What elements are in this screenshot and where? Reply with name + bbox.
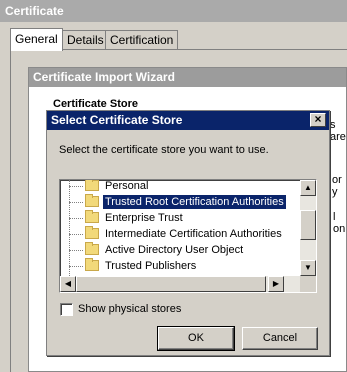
wizard-clipped-text: or y (332, 174, 342, 198)
instruction-text: Select the certificate store you want to… (59, 144, 269, 156)
tree-connector (69, 202, 83, 203)
tree-connector (69, 266, 83, 267)
scroll-down-button[interactable]: ▼ (300, 260, 316, 276)
scroll-left-button[interactable]: ◀ (60, 276, 76, 292)
wizard-clipped-text: l on (333, 211, 346, 235)
arrow-up-icon: ▲ (304, 183, 312, 192)
arrow-right-icon: ▶ (272, 279, 280, 288)
scrollbar-corner (300, 276, 316, 292)
certificate-window: Certificate General Details Certificatio… (0, 0, 347, 372)
horizontal-scroll-thumb[interactable] (76, 276, 266, 292)
tab-certification-path[interactable]: Certification Path (105, 30, 179, 65)
certificate-title: Certificate (0, 0, 347, 22)
tree-connector (69, 250, 83, 251)
tree-item-label: Enterprise Trust (105, 212, 183, 224)
tree-item-trusted-root[interactable]: Trusted Root Certification Authorities (60, 194, 300, 210)
horizontal-scrollbar[interactable]: ◀ ▶ (60, 276, 300, 292)
folder-icon (85, 210, 99, 223)
tree-item-label: Trusted Publishers (105, 260, 197, 272)
vertical-scrollbar[interactable]: ▲ ▼ (300, 180, 316, 276)
tree-item-label: Active Directory User Object (105, 244, 244, 256)
scroll-up-button[interactable]: ▲ (300, 180, 316, 196)
folder-icon (85, 180, 99, 191)
tab-general[interactable]: General (10, 28, 63, 51)
tree-item-label: Intermediate Certification Authorities (105, 228, 282, 240)
close-button[interactable]: × (310, 113, 326, 127)
show-physical-stores-label[interactable]: Show physical stores (78, 303, 181, 315)
tree-item-enterprise-trust[interactable]: Enterprise Trust (60, 210, 300, 226)
tree-connector (69, 234, 83, 235)
folder-icon (85, 226, 99, 239)
tree-item-label: Trusted Root Certification Authorities (103, 195, 286, 209)
folder-icon (85, 258, 99, 271)
tree-item-active-directory[interactable]: Active Directory User Object (60, 242, 300, 258)
scroll-right-button[interactable]: ▶ (268, 276, 284, 292)
tree-connector (69, 218, 83, 219)
ok-button[interactable]: OK (157, 326, 235, 351)
show-physical-stores-checkbox[interactable] (60, 303, 73, 316)
import-wizard-title: Certificate Import Wizard (29, 68, 346, 87)
folder-icon (85, 242, 99, 255)
select-certificate-store-dialog: Select Certificate Store × Select the ce… (46, 110, 330, 356)
tree-item-label: Personal (105, 180, 149, 192)
wizard-heading: Certificate Store (53, 98, 138, 110)
arrow-down-icon: ▼ (304, 263, 312, 272)
arrow-left-icon: ◀ (64, 279, 72, 288)
tree-connector (69, 186, 83, 187)
tab-details[interactable]: Details (62, 30, 109, 50)
wizard-clipped-text: s are (330, 119, 346, 143)
vertical-scroll-thumb[interactable] (300, 210, 316, 240)
tree-item-trusted-publishers[interactable]: Trusted Publishers (60, 258, 300, 274)
cancel-button[interactable]: Cancel (242, 327, 318, 350)
dialog-title: Select Certificate Store (47, 111, 329, 130)
certificate-store-tree[interactable]: Personal Trusted Root Certification Auth… (59, 179, 317, 293)
tree-item-personal[interactable]: Personal (60, 180, 300, 194)
folder-icon (85, 194, 99, 207)
close-icon: × (314, 112, 322, 126)
tree-item-intermediate[interactable]: Intermediate Certification Authorities (60, 226, 300, 242)
